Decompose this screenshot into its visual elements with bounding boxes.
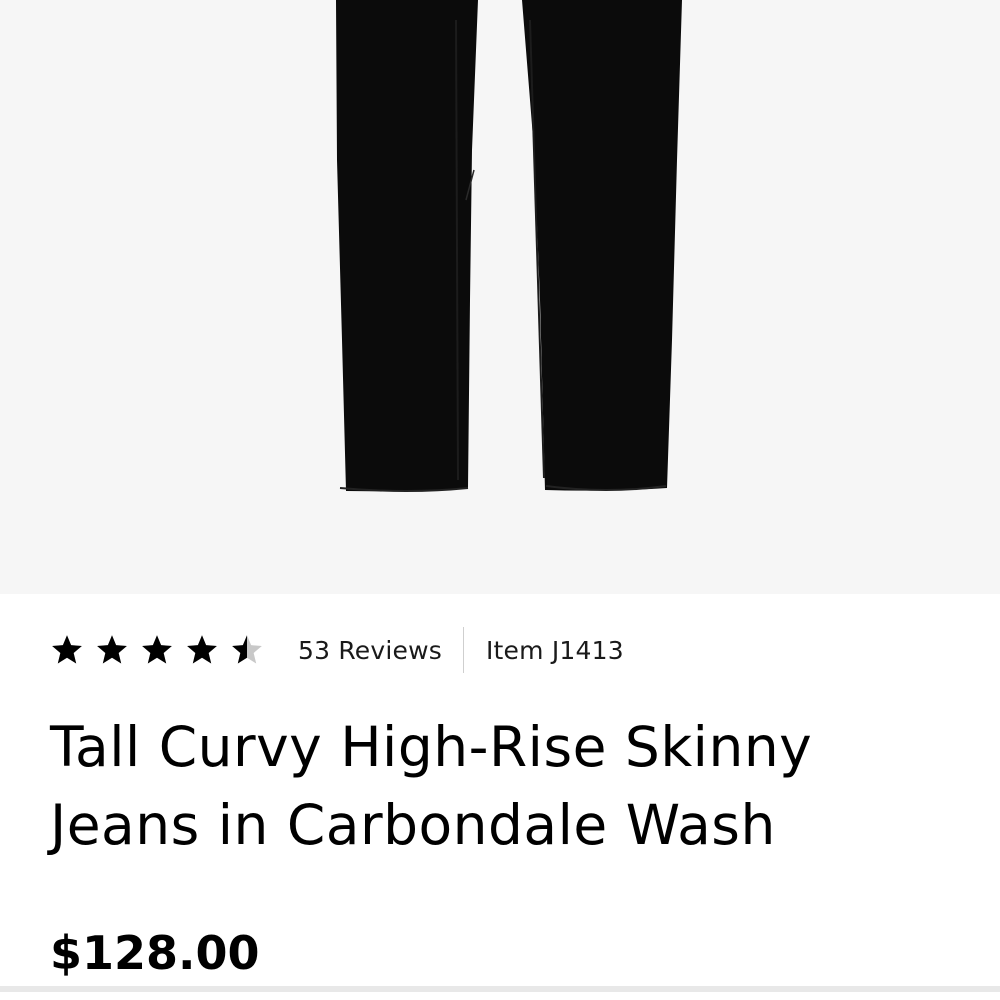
rating-row: 53 Reviews Item J1413 [50, 626, 624, 674]
divider [462, 627, 464, 673]
star-half-icon [232, 635, 262, 664]
star-filled-icon [97, 635, 127, 664]
star-filled-icon [52, 635, 82, 664]
reviews-link[interactable]: 53 Reviews [298, 636, 442, 665]
star-filled-icon [187, 635, 217, 664]
product-image[interactable] [0, 0, 1000, 594]
product-title: Tall Curvy High-Rise Skinny Jeans in Car… [50, 715, 813, 857]
section-divider [0, 986, 1000, 992]
item-number: Item J1413 [485, 635, 624, 665]
star-filled-icon [142, 635, 172, 664]
product-price: $128.00 [50, 926, 260, 980]
jeans-image [0, 0, 1000, 594]
star-rating[interactable] [50, 626, 264, 674]
product-detail-page: 53 Reviews Item J1413 Tall Curvy High-Ri… [0, 0, 1000, 1000]
